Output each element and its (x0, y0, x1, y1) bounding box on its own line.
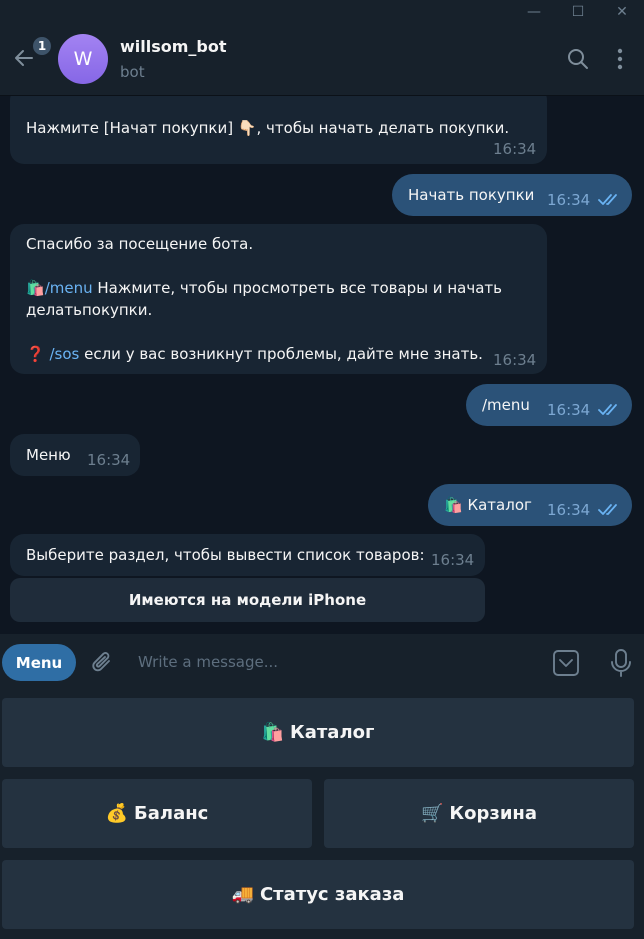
keyboard-button-balance[interactable]: 💰 Баланс (2, 779, 312, 848)
window-titlebar: — ☐ ✕ (0, 0, 644, 24)
question-mark-icon: ❓ (26, 345, 45, 363)
message-time: 16:34 (493, 351, 537, 369)
unread-badge: 1 (31, 35, 53, 57)
sos-command-link[interactable]: /sos (49, 345, 79, 363)
message-incoming: Спасибо за посещение бота. 🛍️/menu Нажми… (10, 224, 547, 374)
message-text: Выберите раздел, чтобы вывести список то… (26, 546, 425, 564)
microphone-icon[interactable] (608, 648, 634, 678)
message-outgoing: /menu 16:34 (466, 384, 632, 426)
close-button[interactable]: ✕ (600, 0, 644, 24)
shopping-cart-icon: 🛒 (420, 803, 444, 824)
message-text: Нажмите, чтобы просмотреть все товары и … (92, 279, 502, 297)
message-outgoing: 🛍️ Каталог 16:34 (428, 484, 632, 526)
message-incoming: Нажмите [Начат покупки] 👇🏻, чтобы начать… (10, 96, 547, 164)
message-line-menu: 🛍️/menu Нажмите, чтобы просмотреть все т… (26, 277, 502, 299)
bot-reply-keyboard: 🛍️ Каталог 💰 Баланс 🛒 Корзина 🚚 Статус заказ… (0, 692, 644, 939)
message-label: Каталог (467, 496, 532, 514)
avatar[interactable]: W (58, 34, 108, 84)
shopping-bag-icon: 🛍️ (26, 279, 45, 297)
message-outgoing: Начать покупки 16:34 (392, 174, 632, 216)
chat-status: bot (120, 63, 145, 81)
search-icon[interactable] (565, 46, 591, 72)
message-list[interactable]: Нажмите [Начат покупки] 👇🏻, чтобы начать… (0, 96, 644, 634)
read-ticks-icon (598, 194, 617, 205)
paperclip-icon[interactable] (90, 650, 116, 676)
message-time: 16:34 (547, 501, 591, 519)
delivery-truck-icon: 🚚 (231, 884, 254, 905)
message-text: делатьпокупки. (26, 301, 153, 319)
keyboard-button-label: Корзина (449, 803, 538, 824)
keyboard-button-label: Каталог (290, 722, 375, 743)
read-ticks-icon (598, 404, 617, 415)
shopping-bag-icon: 🛍️ (444, 496, 463, 514)
message-text: если у вас возникнут проблемы, дайте мне… (79, 345, 483, 363)
message-text: /menu (482, 396, 530, 414)
keyboard-button-catalog[interactable]: 🛍️ Каталог (2, 698, 634, 767)
message-time: 16:34 (431, 551, 475, 569)
bot-menu-button[interactable]: Menu (2, 644, 76, 681)
message-text: Меню (26, 446, 71, 464)
message-time: 16:34 (493, 140, 537, 158)
keyboard-button-label: Баланс (134, 803, 209, 824)
minimize-button[interactable]: — (512, 0, 556, 24)
chat-title[interactable]: willsom_bot (120, 37, 227, 56)
keyboard-button-order-status[interactable]: 🚚 Статус заказа (2, 860, 634, 929)
money-bag-icon: 💰 (105, 803, 129, 824)
message-time: 16:34 (547, 191, 591, 209)
read-ticks-icon (598, 504, 617, 515)
more-vertical-icon[interactable] (607, 46, 633, 72)
chat-header: 1 W willsom_bot bot (0, 24, 644, 96)
bot-keyboard-icon[interactable] (552, 649, 580, 677)
keyboard-button-cart[interactable]: 🛒 Корзина (324, 779, 634, 848)
message-incoming: Меню 16:34 (10, 434, 140, 476)
message-text: 🛍️ Каталог (444, 494, 532, 516)
message-input[interactable] (138, 650, 518, 674)
message-text: Начать покупки (408, 186, 535, 204)
shopping-bag-icon: 🛍️ (261, 722, 284, 743)
message-line-sos: ❓ /sos если у вас возникнут проблемы, да… (26, 343, 483, 365)
message-incoming: Выберите раздел, чтобы вывести список то… (10, 534, 485, 576)
message-time: 16:34 (547, 401, 591, 419)
message-text: Нажмите [Начат покупки] 👇🏻, чтобы начать… (26, 119, 510, 137)
menu-command-link[interactable]: /menu (45, 279, 93, 297)
maximize-button[interactable]: ☐ (556, 0, 600, 24)
message-time: 16:34 (87, 451, 131, 469)
keyboard-button-label: Статус заказа (259, 884, 405, 905)
inline-button-iphone[interactable]: Имеются на модели iPhone (10, 578, 485, 622)
message-text: Спасибо за посещение бота. (26, 235, 254, 253)
message-composer: Menu (0, 634, 644, 692)
